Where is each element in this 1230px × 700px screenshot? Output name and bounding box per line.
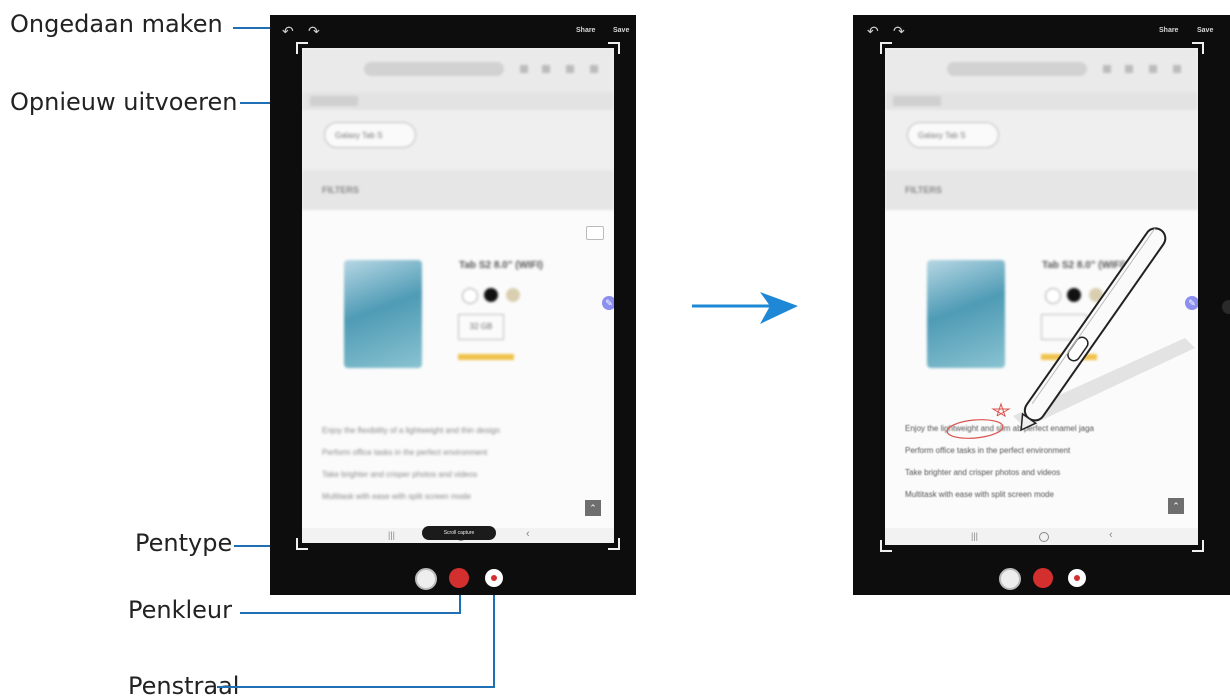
filters-label: FILTERS: [322, 185, 359, 195]
pen-color-button[interactable]: [1033, 568, 1053, 588]
storage-option-label: 32 GB: [469, 322, 493, 331]
feature-item: Take brighter and crisper photos and vid…: [905, 468, 1061, 477]
color-swatch-black: [484, 288, 498, 302]
toolbar-icon: [1173, 65, 1181, 73]
share-button[interactable]: Share: [576, 27, 595, 34]
address-bar: [947, 62, 1087, 76]
crop-handle-bottom-left[interactable]: [880, 540, 892, 552]
pen-type-button[interactable]: [415, 568, 437, 590]
product-title: Tab S2 8.0" (WIFI): [459, 260, 544, 271]
edit-floating-icon[interactable]: ✎: [602, 296, 614, 310]
nav-back-icon[interactable]: ‹: [526, 528, 530, 540]
toolbar-icon: [1103, 65, 1111, 73]
crop-handle-bottom-left[interactable]: [296, 538, 308, 550]
callout-pen-type: Pentype: [135, 529, 233, 557]
nav-back-icon[interactable]: ‹: [1109, 529, 1113, 541]
nav-home-icon[interactable]: [1039, 532, 1049, 542]
color-swatch-gold: [506, 288, 520, 302]
rating-bar: [458, 354, 514, 360]
crop-handle-bottom-right[interactable]: [608, 538, 620, 550]
save-button[interactable]: Save: [1197, 27, 1213, 34]
pen-color-button[interactable]: [449, 568, 469, 588]
feature-item: Take brighter and crisper photos and vid…: [322, 470, 478, 479]
right-tablet: ↶ ↷ Share Save Galaxy Tab S FILTERS Tab …: [853, 15, 1230, 595]
feature-item: Enjoy the flexibility of a lightweight a…: [322, 426, 500, 435]
toolbar-icon: [520, 65, 528, 73]
callout-undo: Ongedaan maken: [10, 10, 223, 38]
address-bar: [364, 62, 504, 76]
left-blurred-content: Galaxy Tab S FILTERS Tab S2 8.0" (WIFI) …: [302, 48, 614, 543]
toolbar-icon: [566, 65, 574, 73]
pen-type-button[interactable]: [999, 568, 1021, 590]
callout-pen-color: Penkleur: [128, 596, 233, 624]
leader-pen-stroke-vertical: [493, 590, 495, 688]
save-button[interactable]: Save: [613, 27, 629, 34]
storage-option: 32 GB: [458, 314, 504, 340]
undo-icon[interactable]: ↶: [282, 23, 294, 40]
nav-recents-icon[interactable]: |||: [388, 530, 395, 540]
transition-arrow: [692, 292, 798, 324]
toolbar-icon: [590, 65, 598, 73]
toolbar-icon: [1125, 65, 1133, 73]
side-pen-icon[interactable]: [1222, 300, 1230, 314]
feature-item: Multitask with ease with split screen mo…: [905, 490, 1054, 499]
comment-icon: [586, 226, 604, 240]
pen-stroke-button[interactable]: [1068, 569, 1086, 587]
search-chip-label: Galaxy Tab S: [335, 131, 383, 140]
filters-label: FILTERS: [905, 185, 942, 195]
undo-icon[interactable]: ↶: [867, 23, 879, 40]
scroll-top-button[interactable]: ⌃: [1168, 498, 1184, 514]
pen-stroke-button[interactable]: [485, 569, 503, 587]
product-image: [344, 260, 422, 368]
toolbar-icon: [1149, 65, 1157, 73]
search-chip: Galaxy Tab S: [907, 122, 999, 148]
crop-handle-top-left[interactable]: [296, 42, 308, 54]
crop-handle-bottom-right[interactable]: [1192, 540, 1204, 552]
left-capture-screen: Galaxy Tab S FILTERS Tab S2 8.0" (WIFI) …: [302, 48, 614, 543]
leader-pen-stroke: [217, 686, 495, 688]
leader-pen-color: [240, 612, 461, 614]
tab-item: [893, 96, 941, 106]
toolbar-icon: [542, 65, 550, 73]
feature-list: Enjoy the flexibility of a lightweight a…: [322, 420, 602, 508]
tab-item: [310, 96, 358, 106]
feature-item: Multitask with ease with split screen mo…: [322, 492, 471, 501]
scroll-capture-toast-text: Scroll capture: [443, 530, 475, 536]
color-swatch-white: [462, 288, 478, 304]
nav-recents-icon[interactable]: |||: [971, 531, 978, 541]
callout-redo: Opnieuw uitvoeren: [10, 88, 238, 116]
redo-icon[interactable]: ↷: [308, 23, 320, 40]
right-capture-screen: Galaxy Tab S FILTERS Tab S2 8.0" (WIFI) …: [885, 48, 1198, 545]
feature-item: Perform office tasks in the perfect envi…: [322, 448, 488, 457]
scroll-top-button[interactable]: ⌃: [585, 500, 601, 516]
s-pen-illustration: [1013, 227, 1195, 432]
share-button[interactable]: Share: [1159, 27, 1178, 34]
scroll-capture-toast: Scroll capture: [422, 526, 496, 540]
redo-icon[interactable]: ↷: [893, 23, 905, 40]
search-chip: Galaxy Tab S: [324, 122, 416, 148]
crop-handle-top-left[interactable]: [880, 42, 892, 54]
left-tablet: ↶ ↷ Share Save Galaxy Tab S FILTERS Tab …: [270, 15, 636, 595]
search-chip-label: Galaxy Tab S: [918, 131, 966, 140]
crop-handle-top-right[interactable]: [608, 42, 620, 54]
crop-handle-top-right[interactable]: [1192, 42, 1204, 54]
